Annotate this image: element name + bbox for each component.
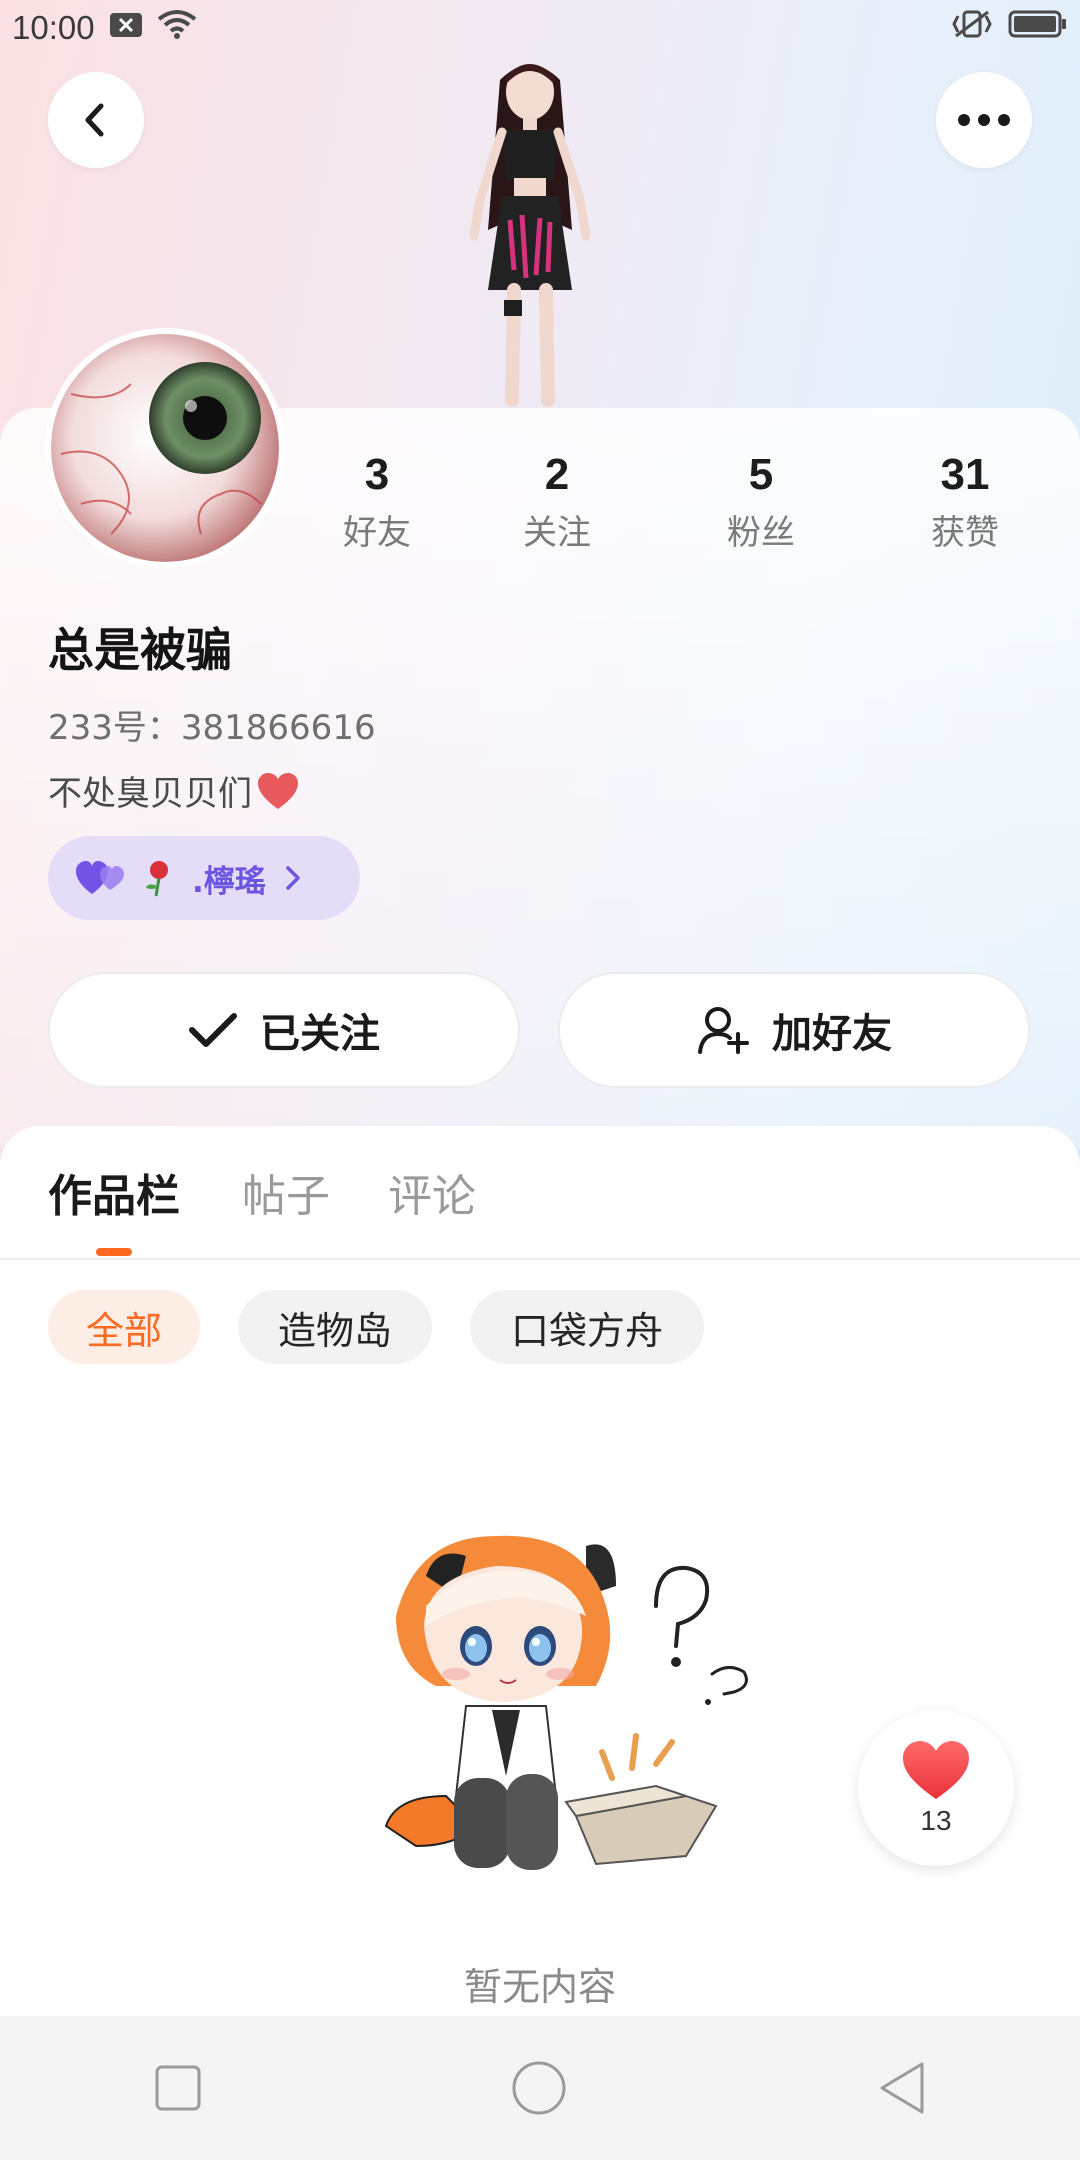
filter-creation-island[interactable]: 造物岛: [238, 1290, 432, 1364]
stat-likes-label: 获赞: [931, 513, 999, 553]
tab-comments[interactable]: 评论: [388, 1160, 476, 1224]
stat-friends[interactable]: 3 好友: [307, 448, 447, 558]
add-friend-button[interactable]: 加好友: [558, 972, 1030, 1088]
profile-uid[interactable]: 233号：381866616: [48, 700, 376, 749]
stat-fans-label: 粉丝: [727, 513, 795, 553]
system-nav-bar: [0, 2016, 1080, 2160]
relationship-chip[interactable]: .檸瑤: [48, 836, 360, 920]
stat-likes[interactable]: 31 获赞: [895, 448, 1035, 558]
filter-pocket-ark[interactable]: 口袋方舟: [470, 1290, 704, 1364]
stat-following-value: 2: [544, 450, 570, 499]
stat-following-label: 关注: [523, 513, 591, 553]
status-time: 10:00: [12, 9, 95, 46]
profile-bio: 不处臭贝贝们: [48, 766, 300, 815]
more-options-button[interactable]: [936, 72, 1032, 168]
heart-emoji-icon: [258, 772, 298, 809]
tab-posts[interactable]: 帖子: [242, 1160, 330, 1224]
add-user-icon: [698, 1007, 749, 1054]
floating-like-button[interactable]: 13: [858, 1710, 1014, 1866]
profile-avatar[interactable]: [45, 328, 285, 568]
following-button[interactable]: 已关注: [48, 972, 520, 1088]
empty-state-text: 暂无内容: [463, 1965, 616, 2009]
profile-bio-text: 不处臭贝贝们: [48, 774, 252, 814]
profile-screen: 10:00 3 好友 2 关注 5 粉丝 31 获赞 总是被骗 233号：381…: [0, 0, 1080, 2160]
stat-fans-value: 5: [748, 450, 774, 499]
chevron-right-icon: [286, 866, 300, 890]
tabs-divider: [0, 1258, 1080, 1260]
following-button-label: 已关注: [260, 1011, 380, 1057]
profile-stats: 3 好友 2 关注 5 粉丝 31 获赞: [300, 448, 1060, 568]
back-nav-icon[interactable]: [876, 2060, 926, 2116]
home-icon[interactable]: [511, 2060, 567, 2116]
filter-all[interactable]: 全部: [48, 1290, 200, 1364]
stat-likes-value: 31: [940, 450, 990, 499]
add-friend-button-label: 加好友: [772, 1011, 892, 1057]
wifi-icon: [157, 9, 197, 47]
recent-apps-icon[interactable]: [154, 2064, 202, 2112]
stat-fans[interactable]: 5 粉丝: [691, 448, 831, 558]
status-bar: 10:00: [0, 0, 1080, 56]
like-count: 13: [920, 1805, 952, 1836]
notification-close-icon: [109, 9, 143, 47]
profile-nickname: 总是被骗: [48, 623, 232, 677]
heart-icon: [903, 1741, 969, 1799]
empty-state-illustration: [356, 1496, 756, 1896]
avatar-character-figure[interactable]: [430, 50, 630, 410]
stat-friends-label: 好友: [343, 513, 411, 553]
battery-icon: [1008, 9, 1068, 47]
stat-friends-value: 3: [364, 450, 390, 499]
stat-following[interactable]: 2 关注: [487, 448, 627, 558]
double-heart-icon: [76, 861, 124, 894]
rose-icon: [146, 861, 168, 897]
active-tab-indicator: [96, 1248, 132, 1256]
chevron-left-icon: [85, 103, 104, 137]
more-dots-icon: [958, 114, 1010, 126]
relationship-name: .檸瑤: [192, 863, 266, 900]
checkmark-icon: [189, 1013, 237, 1047]
tab-works[interactable]: 作品栏: [48, 1160, 180, 1224]
content-tabs: 作品栏 帖子 评论: [0, 1160, 1080, 1260]
back-button[interactable]: [48, 72, 144, 168]
vibrate-icon: [950, 8, 994, 48]
